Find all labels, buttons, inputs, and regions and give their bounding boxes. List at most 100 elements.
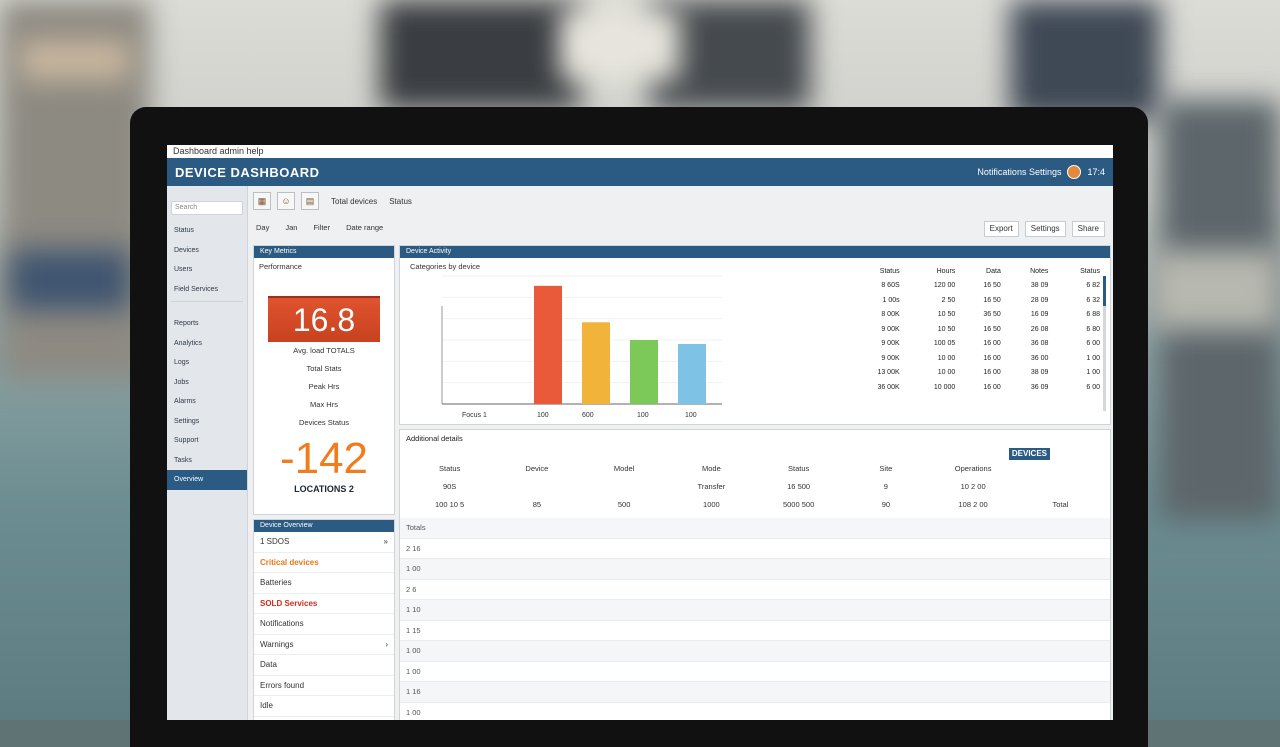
metrics-cell: 10 50 [937,311,956,319]
metrics-row: 9 00K 100 05 16 00 36 08 6 00 [842,337,1100,352]
table-row[interactable]: 1 00 [400,662,1110,682]
metrics-cell: 13 00K [877,369,900,377]
share-button[interactable]: Share [1071,221,1105,237]
table-row[interactable]: 100 10 5 85 500 1000 5000 500 90 108 2 00 Total [400,496,1110,514]
top-right-buttons: Export Settings Share [983,221,1105,237]
list-item-label: 1 SDOS [260,537,290,546]
sidebar-item-logs[interactable]: Logs [167,353,247,373]
chart-tick-label: 600 [582,412,594,419]
details-column-header[interactable]: Status [755,460,842,478]
chart-icon[interactable]: ▦ [253,192,271,210]
chart-bar[interactable] [534,285,562,404]
metrics-cell: 6 32 [1086,296,1100,304]
table-row[interactable]: 1 00 [400,703,1110,721]
table-row[interactable]: 1 00 [400,559,1110,580]
toolbar-label-status: Status [389,196,412,206]
table-cell: 9 [883,482,888,491]
table-cell [493,478,580,496]
header-links[interactable]: Notifications Settings [977,167,1061,177]
list-item[interactable]: Warnings › [254,635,394,655]
sidebar-item-analytics[interactable]: Analytics [167,334,247,354]
list-item[interactable]: SOLD Services [254,594,394,614]
settings-button[interactable]: Settings [1024,221,1066,237]
metrics-scrollbar[interactable] [1103,276,1106,411]
list-item[interactable]: Idle [254,696,394,717]
table-cell: 90S [442,482,457,491]
chart-tick-label: 100 [637,412,649,419]
table-row[interactable]: 1 10 [400,600,1110,621]
chart-title: Categories by device [410,262,481,271]
list-item-label: Warnings [260,639,294,649]
sidebar-item-devices[interactable]: Devices [167,241,247,261]
filter-day[interactable]: Day [253,222,272,233]
people-icon[interactable]: ☺ [277,192,295,210]
metrics-column-header: Status [1080,267,1100,275]
metrics-cell: 36 08 [1030,340,1049,348]
folder-icon[interactable]: ▤ [301,192,319,210]
list-item[interactable]: Errors found [254,676,394,696]
table-row[interactable]: Totals [400,518,1110,539]
sidebar-item-reports[interactable]: Reports [167,314,247,334]
metrics-row: 8 00K 10 50 36 50 16 09 6 88 [842,308,1100,323]
sidebar-item-tasks[interactable]: Tasks [167,451,247,471]
app-title: DEVICE DASHBOARD [175,164,320,180]
details-column-header[interactable]: Operations [930,460,1017,478]
list-item[interactable]: 1 SDOS » [254,532,394,553]
sidebar-item-alarms[interactable]: Alarms [167,392,247,412]
chart-bar[interactable] [678,343,706,404]
table-row[interactable]: 1 00 [400,641,1110,662]
bar-chart: Focus 1 100 600 100 100 [441,275,722,419]
devices-logo: DEVICES [1008,448,1050,460]
sidebar-item-support[interactable]: Support [167,431,247,451]
table-cell: 10 2 00 [960,482,986,491]
list-item-label: Critical devices [260,557,319,567]
kpi-line-2: Total Stats [306,364,342,373]
details-column-header[interactable] [1017,460,1104,478]
sidebar-item-field-services[interactable]: Field Services [167,280,247,300]
sidebar-item-settings[interactable]: Settings [167,412,247,432]
filter-date-range[interactable]: Date range [343,222,386,233]
filter-filter[interactable]: Filter [310,222,333,233]
kpi-line-4: Max Hrs [310,400,338,409]
list-item-marker: » [383,537,388,546]
chart-bar[interactable] [630,340,658,404]
details-column-header[interactable]: Model [581,460,668,478]
sidebar-search-input[interactable]: Search [171,201,243,215]
sidebar-item-users[interactable]: Users [167,260,247,280]
export-button[interactable]: Export [983,221,1019,237]
table-row[interactable]: 2 6 [400,580,1110,600]
kpi-line-3: Peak Hrs [308,382,340,391]
list-item-label: Data [260,660,277,669]
details-table-panel: Additional details DEVICES Status Device M… [399,429,1111,720]
sidebar-item-overview[interactable]: Overview [167,470,247,490]
browser-topbar: Dashboard admin help [167,145,1113,158]
sidebar-item-jobs[interactable]: Jobs [167,373,247,393]
list-item[interactable]: Critical devices [254,553,394,573]
details-column-header[interactable]: Status [406,460,493,478]
metrics-cell: 16 09 [1030,311,1049,319]
filter-jan[interactable]: Jan [282,222,300,233]
dashboard-screen: Dashboard admin help DEVICE DASHBOARD No… [167,145,1113,720]
table-cell: 1000 [703,500,720,509]
app-header: DEVICE DASHBOARD Notifications Settings … [167,158,1113,186]
chart-bar[interactable] [582,322,610,404]
table-row[interactable]: 1 15 [400,621,1110,641]
table-row[interactable]: 2 16 [400,539,1110,559]
kpi-secondary-value: -142 [279,434,369,483]
chart-tick-label: 100 [685,412,697,419]
table-row[interactable]: 1 16 [400,682,1110,703]
kpi-footer: LOCATIONS 2 [294,484,354,494]
sidebar-divider [171,301,243,312]
table-row[interactable]: 90S Transfer 16 500 9 10 2 00 [400,478,1110,496]
user-avatar[interactable] [1067,165,1082,179]
metrics-cell: 16 50 [983,282,1001,290]
details-column-header[interactable]: Mode [668,460,755,478]
sidebar-item-status[interactable]: Status [167,221,247,241]
list-item[interactable]: Batteries [254,573,394,594]
list-item[interactable]: Data [254,655,394,676]
details-column-header[interactable]: Device [493,460,580,478]
table-cell: 85 [532,500,542,509]
list-item[interactable]: Notifications [254,614,394,635]
details-column-header[interactable]: Site [842,460,929,478]
metrics-row: 9 00K 10 50 16 50 26 08 6 80 [842,322,1100,337]
